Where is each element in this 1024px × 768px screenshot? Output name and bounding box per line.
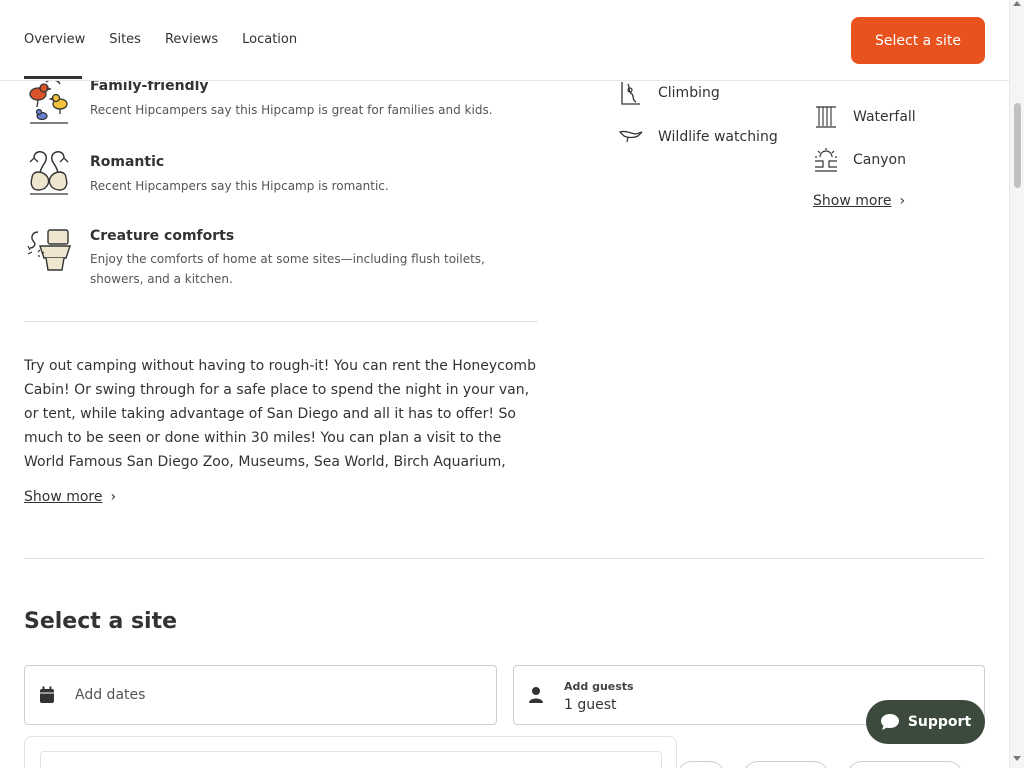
activity-label: Wildlife watching [658, 129, 778, 145]
toilet-icon [27, 229, 71, 271]
show-more-label: Show more [813, 193, 892, 209]
activity-wildlife-watching: Wildlife watching [618, 124, 778, 150]
bird-icon [618, 130, 643, 143]
guests-value: 1 guest [564, 697, 617, 713]
tab-location[interactable]: Location [242, 32, 297, 47]
feature-romantic: Romantic Recent Hipcampers say this Hipc… [24, 148, 544, 198]
chevron-right-icon: › [899, 193, 906, 209]
terrain-show-more-link[interactable]: Show more › [813, 193, 905, 209]
scrollbar-thumb[interactable] [1014, 103, 1021, 188]
description-show-more-link[interactable]: Show more › [24, 489, 116, 505]
family-birds-icon [29, 79, 68, 124]
add-dates-field[interactable]: Add dates [24, 665, 497, 725]
canyon-icon [815, 148, 837, 172]
feature-title: Romantic [90, 154, 165, 170]
support-label: Support [907, 714, 972, 730]
support-button[interactable]: Support [866, 700, 985, 744]
page-scrollbar[interactable] [1009, 0, 1024, 768]
activity-climbing: Climbing [618, 80, 720, 106]
section-tabs: Overview Sites Reviews Location [24, 32, 321, 47]
terrain-label: Canyon [853, 152, 906, 168]
filter-pill[interactable] [677, 761, 725, 768]
site-filter-panel [24, 736, 677, 768]
show-more-label: Show more [24, 489, 103, 505]
guests-label: Add guests [564, 680, 634, 693]
calendar-icon [40, 686, 54, 703]
person-icon [529, 687, 543, 703]
top-nav: Overview Sites Reviews Location Select a… [0, 0, 1009, 81]
tab-reviews[interactable]: Reviews [165, 32, 218, 47]
feature-description: Recent Hipcampers say this Hipcamp is gr… [90, 103, 493, 117]
chevron-right-icon: › [110, 489, 117, 505]
feature-title: Creature comforts [90, 228, 235, 244]
tab-sites[interactable]: Sites [109, 32, 141, 47]
feature-description: Recent Hipcampers say this Hipcamp is ro… [90, 179, 389, 193]
chat-bubble-icon [880, 714, 899, 730]
climbing-icon [621, 82, 640, 105]
feature-description: Enjoy the comforts of home at some sites… [90, 252, 485, 286]
scroll-down-arrow-icon[interactable] [1013, 756, 1021, 761]
tab-overview[interactable]: Overview [24, 32, 85, 47]
romantic-swans-icon [29, 151, 69, 195]
terrain-canyon: Canyon [813, 147, 906, 173]
terrain-waterfall: Waterfall [813, 104, 916, 130]
activity-label: Climbing [658, 85, 720, 101]
site-filter-input[interactable] [40, 751, 662, 768]
terrain-label: Waterfall [853, 109, 916, 125]
active-tab-indicator [24, 76, 82, 79]
waterfall-icon [816, 106, 836, 128]
site-description: Try out camping without having to rough-… [24, 358, 536, 470]
dates-placeholder: Add dates [75, 687, 146, 703]
section-divider [24, 558, 985, 559]
feature-family-friendly: Family-friendly Recent Hipcampers say th… [24, 78, 544, 128]
scroll-up-arrow-icon[interactable] [1013, 1, 1021, 6]
filter-pill[interactable] [847, 761, 963, 768]
filter-pill[interactable] [743, 761, 829, 768]
section-title: Select a site [24, 609, 178, 634]
section-divider [24, 321, 538, 322]
feature-creature-comforts: Creature comforts Enjoy the comforts of … [24, 226, 544, 286]
select-site-button[interactable]: Select a site [851, 17, 985, 64]
